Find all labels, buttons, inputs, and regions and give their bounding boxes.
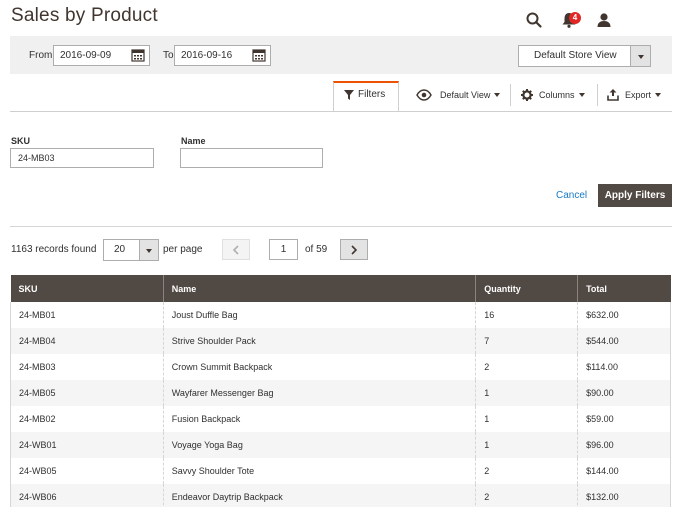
sku-filter-label: SKU (11, 136, 31, 146)
notification-count-badge: 4 (569, 12, 581, 24)
per-page-label: per page (163, 244, 203, 255)
cell-name: Savvy Shoulder Tote (162, 458, 476, 484)
cell-total: $59.00 (577, 406, 671, 432)
cell-sku: 24-WB06 (10, 484, 164, 507)
chevron-down-icon[interactable] (139, 240, 158, 260)
cell-name: Fusion Backpack (162, 406, 476, 432)
chevron-down-icon[interactable] (630, 46, 650, 66)
cell-name: Joust Duffle Bag (162, 302, 476, 328)
apply-filters-button[interactable]: Apply Filters (598, 184, 672, 207)
cell-name: Endeavor Daytrip Backpack (162, 484, 476, 507)
per-page-value: 20 (114, 244, 126, 255)
cell-quantity: 16 (475, 302, 578, 328)
table-row[interactable]: 24-WB05 Savvy Shoulder Tote 2 $144.00 (10, 458, 671, 484)
column-header-sku[interactable]: SKU (10, 275, 164, 302)
tab-filters[interactable]: Filters (333, 81, 399, 112)
chevron-down-icon (578, 93, 585, 97)
cell-total: $132.00 (577, 484, 671, 507)
chevron-left-icon (232, 245, 239, 255)
search-icon[interactable] (525, 11, 545, 31)
cell-sku: 24-WB05 (10, 458, 164, 484)
cell-total: $144.00 (577, 458, 671, 484)
cell-quantity: 2 (475, 354, 578, 380)
column-header-quantity[interactable]: Quantity (475, 275, 578, 302)
chevron-right-icon (351, 245, 358, 255)
cell-quantity: 1 (475, 406, 578, 432)
sales-grid: SKU Name Quantity Total 24-MB01 Joust Du… (10, 275, 671, 507)
export-dropdown[interactable]: Export (607, 88, 663, 102)
chevron-down-icon (655, 93, 662, 97)
cell-quantity: 1 (475, 380, 578, 406)
cell-sku: 24-MB05 (10, 380, 164, 406)
cell-total: $544.00 (577, 328, 671, 354)
cell-quantity: 1 (475, 432, 578, 458)
eye-icon (416, 89, 432, 101)
user-icon[interactable] (595, 11, 615, 31)
page-title: Sales by Product (11, 5, 158, 26)
columns-dropdown[interactable]: Columns (521, 88, 587, 102)
cell-total: $632.00 (577, 302, 671, 328)
export-icon (607, 89, 619, 101)
store-view-value: Default Store View (534, 50, 617, 61)
cell-sku: 24-MB01 (10, 302, 164, 328)
table-row[interactable]: 24-MB02 Fusion Backpack 1 $59.00 (10, 406, 671, 432)
table-row[interactable]: 24-MB03 Crown Summit Backpack 2 $114.00 (10, 354, 671, 380)
to-date-input[interactable]: 2016-09-16 (174, 45, 271, 66)
gear-icon (521, 89, 533, 101)
table-row[interactable]: 24-MB01 Joust Duffle Bag 16 $632.00 (10, 302, 671, 328)
export-label: Export (625, 90, 652, 100)
cell-name: Strive Shoulder Pack (162, 328, 476, 354)
table-row[interactable]: 24-WB01 Voyage Yoga Bag 1 $96.00 (10, 432, 671, 458)
chevron-down-icon (494, 93, 501, 97)
tab-filters-label: Filters (358, 89, 386, 100)
cell-total: $96.00 (577, 432, 671, 458)
from-date-value: 2016-09-09 (60, 50, 112, 61)
store-view-select[interactable]: Default Store View (518, 45, 651, 67)
table-row[interactable]: 24-MB04 Strive Shoulder Pack 7 $544.00 (10, 328, 671, 354)
from-date-input[interactable]: 2016-09-09 (53, 45, 150, 66)
page-number-input[interactable]: 1 (269, 239, 298, 260)
filter-icon (344, 90, 354, 100)
columns-label: Columns (539, 90, 575, 100)
to-date-value: 2016-09-16 (181, 50, 233, 61)
table-row[interactable]: 24-MB05 Wayfarer Messenger Bag 1 $90.00 (10, 380, 671, 406)
cell-total: $90.00 (577, 380, 671, 406)
cell-sku: 24-MB02 (10, 406, 164, 432)
cell-name: Voyage Yoga Bag (162, 432, 476, 458)
date-range-bar: From 2016-09-09 To 2016-09-16 Default St… (10, 36, 672, 74)
to-label: To (163, 50, 174, 61)
next-page-button[interactable] (340, 239, 368, 260)
from-label: From (29, 50, 53, 61)
name-filter-label: Name (181, 136, 206, 146)
cell-quantity: 2 (475, 458, 578, 484)
column-header-name[interactable]: Name (162, 275, 476, 302)
name-filter-input[interactable] (180, 148, 323, 168)
table-row[interactable]: 24-WB06 Endeavor Daytrip Backpack 2 $132… (10, 484, 671, 507)
filters-divider (10, 226, 672, 227)
per-page-select[interactable]: 20 (103, 239, 159, 261)
toolbar-divider (510, 84, 511, 106)
cell-sku: 24-MB04 (10, 328, 164, 354)
cell-name: Wayfarer Messenger Bag (162, 380, 476, 406)
previous-page-button[interactable] (222, 239, 250, 260)
cell-quantity: 7 (475, 328, 578, 354)
default-view-label: Default View (440, 90, 491, 100)
cell-total: $114.00 (577, 354, 671, 380)
cell-sku: 24-MB03 (10, 354, 164, 380)
toolbar-divider-line (10, 111, 672, 112)
records-count: 1163 records found (11, 244, 97, 255)
calendar-icon[interactable] (252, 48, 266, 62)
grid-header-row: SKU Name Quantity Total (10, 275, 671, 302)
column-header-total[interactable]: Total (577, 275, 671, 302)
calendar-icon[interactable] (131, 48, 145, 62)
cell-quantity: 2 (475, 484, 578, 507)
total-pages-text: of 59 (305, 244, 328, 255)
cell-name: Crown Summit Backpack (162, 354, 476, 380)
cell-sku: 24-WB01 (10, 432, 164, 458)
toolbar-divider (597, 84, 598, 106)
cancel-button[interactable]: Cancel (556, 190, 587, 201)
default-view-dropdown[interactable]: Default View (416, 88, 502, 102)
sku-filter-input[interactable]: 24-MB03 (10, 148, 154, 168)
